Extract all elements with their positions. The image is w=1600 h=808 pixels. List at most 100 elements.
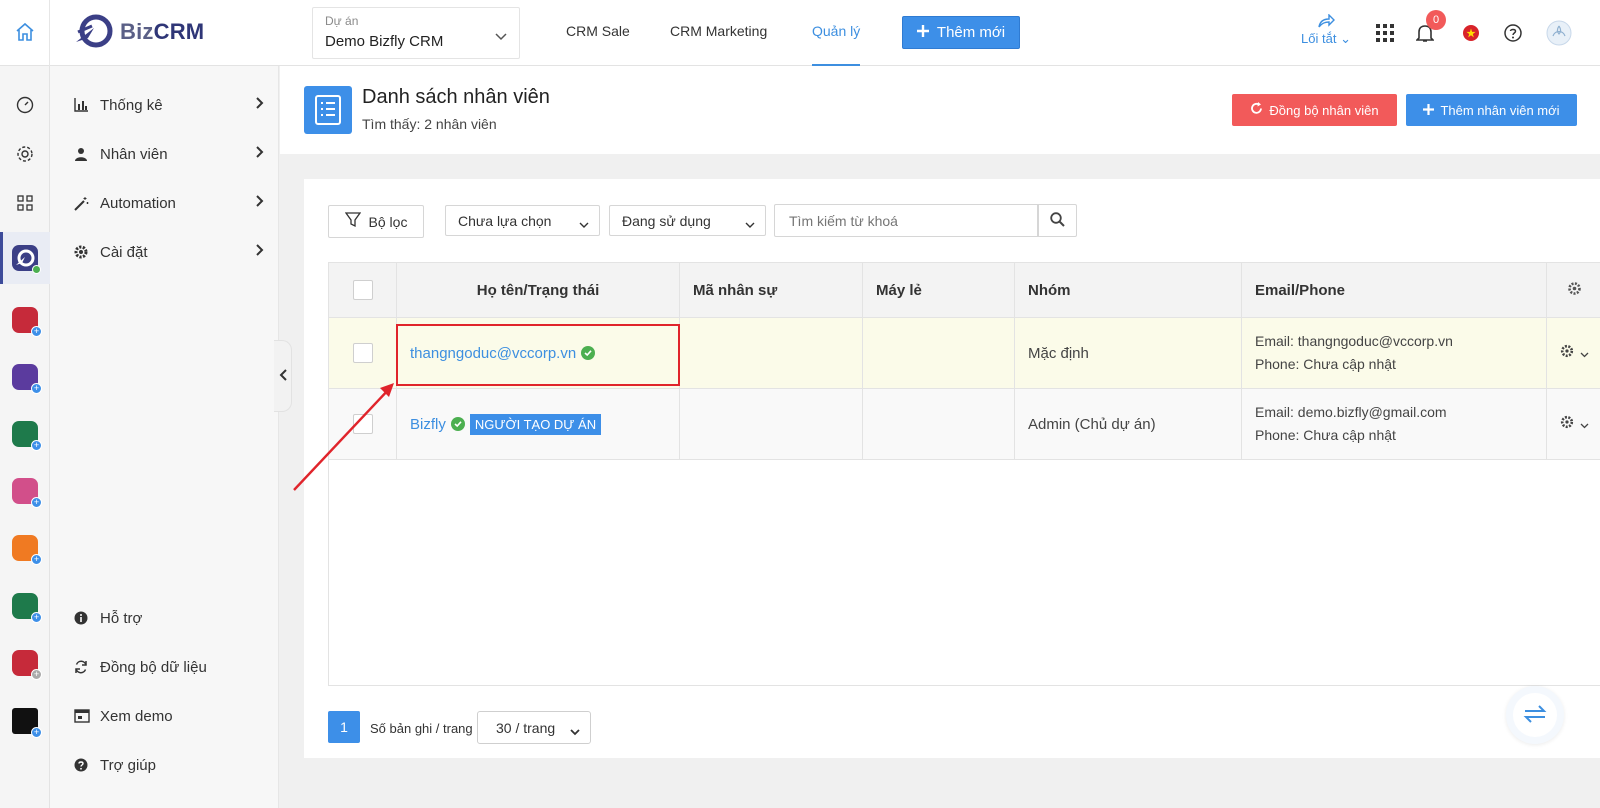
onex-app-icon[interactable]: + xyxy=(12,708,42,738)
column-header-name[interactable]: Họ tên/Trạng thái xyxy=(397,263,680,318)
employee-name-link[interactable]: Bizfly xyxy=(410,416,446,433)
chevron-down-icon xyxy=(1580,416,1589,433)
sidebar-item-xem-demo[interactable]: Xem demo xyxy=(74,704,264,728)
heart-app-icon[interactable]: + xyxy=(12,478,42,508)
nav-quan-ly[interactable]: Quản lý xyxy=(812,0,861,66)
sidebar-item-nhan-vien[interactable]: Nhân viên xyxy=(74,142,264,166)
sidebar-item-label: Nhân viên xyxy=(100,145,168,163)
sync-employees-button[interactable]: Đồng bộ nhân viên xyxy=(1232,94,1397,126)
search-icon xyxy=(1050,211,1065,230)
avatar[interactable] xyxy=(1546,20,1572,46)
filter-button[interactable]: Bộ lọc xyxy=(328,205,424,238)
page-header: Danh sách nhân viên Tìm thấy: 2 nhân viê… xyxy=(280,66,1600,154)
swap-arrows-icon xyxy=(1523,704,1547,726)
top-bar: BizCRM Dự án Demo Bizfly CRM CRM Sale CR… xyxy=(0,0,1600,66)
phone-text: Phone: Chưa cập nhật xyxy=(1255,356,1396,372)
project-label: Dự án xyxy=(325,14,359,28)
mail-app-icon[interactable]: + xyxy=(12,307,42,337)
status-select-1[interactable]: Chưa lựa chọn xyxy=(445,205,600,236)
annotation-arrow xyxy=(293,383,394,491)
chevron-down-icon xyxy=(570,723,580,739)
add-employee-button[interactable]: Thêm nhân viên mới xyxy=(1406,94,1577,126)
funnel-icon xyxy=(344,212,361,231)
mail2-app-icon[interactable]: + xyxy=(12,650,42,680)
status-select-2[interactable]: Đang sử dụng xyxy=(609,205,766,236)
page-number-button[interactable]: 1 xyxy=(328,711,360,743)
help-icon xyxy=(74,758,100,772)
user-icon xyxy=(74,147,100,161)
email-text: Email: thangngoduc@vccorp.vn xyxy=(1255,333,1453,349)
contact-cell: Email: thangngoduc@vccorp.vn Phone: Chưa … xyxy=(1242,318,1547,388)
table-row[interactable]: Bizfly NGƯỜI TẠO DỰ ÁN Admin (Chủ dự án)… xyxy=(329,389,1600,460)
bar-chart-icon xyxy=(74,98,100,112)
nav-crm-marketing[interactable]: CRM Marketing xyxy=(670,0,767,66)
help-circle-icon[interactable] xyxy=(1500,20,1526,46)
grid-icon[interactable] xyxy=(12,190,38,216)
home-button[interactable] xyxy=(0,0,50,66)
column-header-group[interactable]: Nhóm xyxy=(1015,263,1242,318)
dashboard-gauge-icon[interactable] xyxy=(12,92,38,118)
brand-logo[interactable]: BizCRM xyxy=(74,14,204,50)
nav-crm-sale[interactable]: CRM Sale xyxy=(566,0,630,66)
sidebar-item-thong-ke[interactable]: Thống kê xyxy=(74,93,264,117)
sidebar-item-label: Hỗ trợ xyxy=(100,609,143,627)
chevron-down-icon xyxy=(579,216,589,232)
t2-app-icon[interactable]: + xyxy=(12,593,42,623)
check-circle-icon xyxy=(450,417,465,431)
sidebar-item-ho-tro[interactable]: Hỗ trợ xyxy=(74,606,264,630)
group-cell: Mặc định xyxy=(1015,318,1242,388)
email-text: Email: demo.bizfly@gmail.com xyxy=(1255,404,1447,420)
magic-wand-icon xyxy=(74,196,100,211)
refresh-icon xyxy=(1250,102,1263,118)
add-new-button[interactable]: Thêm mới xyxy=(902,16,1020,49)
column-header-contact[interactable]: Email/Phone xyxy=(1242,263,1547,318)
sidebar-item-label: Trợ giúp xyxy=(100,756,156,774)
sidebar-item-automation[interactable]: Automation xyxy=(74,191,264,215)
bizcrm-app-icon[interactable] xyxy=(12,245,41,274)
column-header-code[interactable]: Mã nhân sự xyxy=(680,263,863,318)
chevron-down-icon xyxy=(745,216,755,232)
add-new-label: Thêm mới xyxy=(936,24,1006,41)
chevron-down-icon xyxy=(1580,345,1589,362)
search-input[interactable] xyxy=(774,204,1038,237)
row-checkbox[interactable] xyxy=(352,343,373,363)
name-cell: Bizfly NGƯỜI TẠO DỰ ÁN xyxy=(397,389,680,459)
gear-icon[interactable] xyxy=(1567,281,1582,300)
code-cell xyxy=(680,318,863,388)
plus-icon xyxy=(1423,103,1435,118)
column-header-extension[interactable]: Máy lẻ xyxy=(863,263,1015,318)
swap-floating-button[interactable] xyxy=(1506,686,1564,744)
per-page-label: Số bản ghi / trang xyxy=(370,721,473,736)
sidebar-item-label: Xem demo xyxy=(100,707,173,725)
search-button[interactable] xyxy=(1038,204,1077,237)
info-icon xyxy=(74,611,100,625)
sidebar-item-cai-dat[interactable]: Cài đặt xyxy=(74,240,264,264)
shortcut-menu[interactable]: Lối tắt ⌄ xyxy=(1298,13,1354,47)
code-cell xyxy=(680,389,863,459)
gear-icon xyxy=(1560,415,1574,433)
shortcut-label: Lối tắt xyxy=(1301,31,1337,46)
filter-label: Bộ lọc xyxy=(368,213,408,230)
bag-app-icon[interactable]: + xyxy=(12,535,42,565)
select-all-cell xyxy=(329,263,397,318)
row-actions[interactable] xyxy=(1547,318,1600,388)
column-settings-cell xyxy=(1547,263,1600,318)
sidebar-item-dong-bo[interactable]: Đồng bộ dữ liệu xyxy=(74,655,264,679)
phone-text: Phone: Chưa cập nhật xyxy=(1255,427,1396,443)
chevron-left-icon xyxy=(279,368,287,384)
gear-icon[interactable] xyxy=(12,141,38,167)
project-selector[interactable]: Dự án Demo Bizfly CRM xyxy=(312,7,520,59)
gear-icon xyxy=(1560,344,1574,362)
per-page-select[interactable]: 30 / trang xyxy=(477,711,591,744)
chevron-right-icon xyxy=(256,96,264,113)
t-app-icon[interactable]: + xyxy=(12,421,42,451)
group-cell: Admin (Chủ dự án) xyxy=(1015,389,1242,459)
row-actions[interactable] xyxy=(1547,389,1600,459)
sidebar-item-label: Thống kê xyxy=(100,96,163,114)
vietnam-flag-icon[interactable] xyxy=(1458,20,1484,46)
sidebar-item-label: Cài đặt xyxy=(100,243,148,261)
bot-app-icon[interactable]: + xyxy=(12,364,42,394)
sidebar-item-tro-giup[interactable]: Trợ giúp xyxy=(74,753,264,777)
select-all-checkbox[interactable] xyxy=(352,280,373,300)
apps-grid-icon[interactable] xyxy=(1372,20,1398,46)
